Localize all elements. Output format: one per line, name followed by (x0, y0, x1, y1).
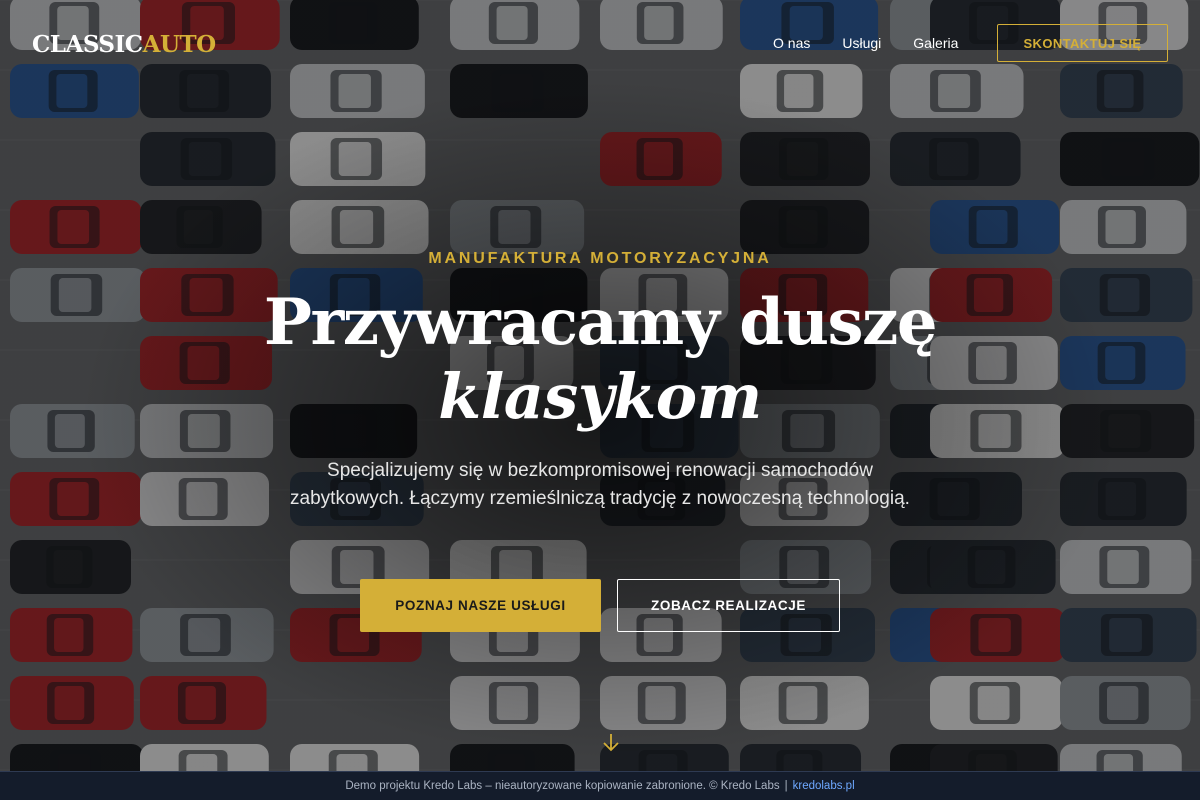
main-nav: O nas Usługi Galeria (773, 34, 990, 52)
site-header: CLASSICAUTO O nas Usługi Galeria SKONTAK… (0, 0, 1200, 88)
footer-notice: Demo projektu Kredo Labs – nieautoryzowa… (345, 780, 780, 792)
contact-button[interactable]: SKONTAKTUJ SIĘ (997, 24, 1168, 62)
demo-footer-bar: Demo projektu Kredo Labs – nieautoryzowa… (0, 771, 1200, 800)
hero-subtitle: Specjalizujemy się w bezkompromisowej re… (290, 460, 910, 509)
footer-link[interactable]: kredolabs.pl (793, 780, 855, 792)
arrow-down-icon[interactable] (600, 732, 622, 754)
nav-link-services[interactable]: Usługi (842, 34, 881, 52)
nav-link-about[interactable]: O nas (773, 34, 810, 52)
logo-accent: AUTO (142, 31, 217, 58)
logo-main: CLASSIC (32, 31, 143, 58)
hero-headline-line2: klasykom (438, 360, 762, 433)
hero-headline: Przywracamy duszę klasykom (0, 285, 1200, 433)
footer-separator: | (784, 780, 788, 792)
hero-eyebrow: MANUFAKTURA MOTORYZACYJNA (428, 250, 772, 267)
hero-headline-line1: Przywracamy duszę (263, 285, 938, 360)
portfolio-button[interactable]: ZOBACZ REALIZACJE (617, 579, 840, 632)
logo[interactable]: CLASSICAUTO (32, 31, 216, 58)
nav-link-gallery[interactable]: Galeria (913, 34, 958, 52)
services-button[interactable]: POZNAJ NASZE USŁUGI (360, 579, 601, 632)
